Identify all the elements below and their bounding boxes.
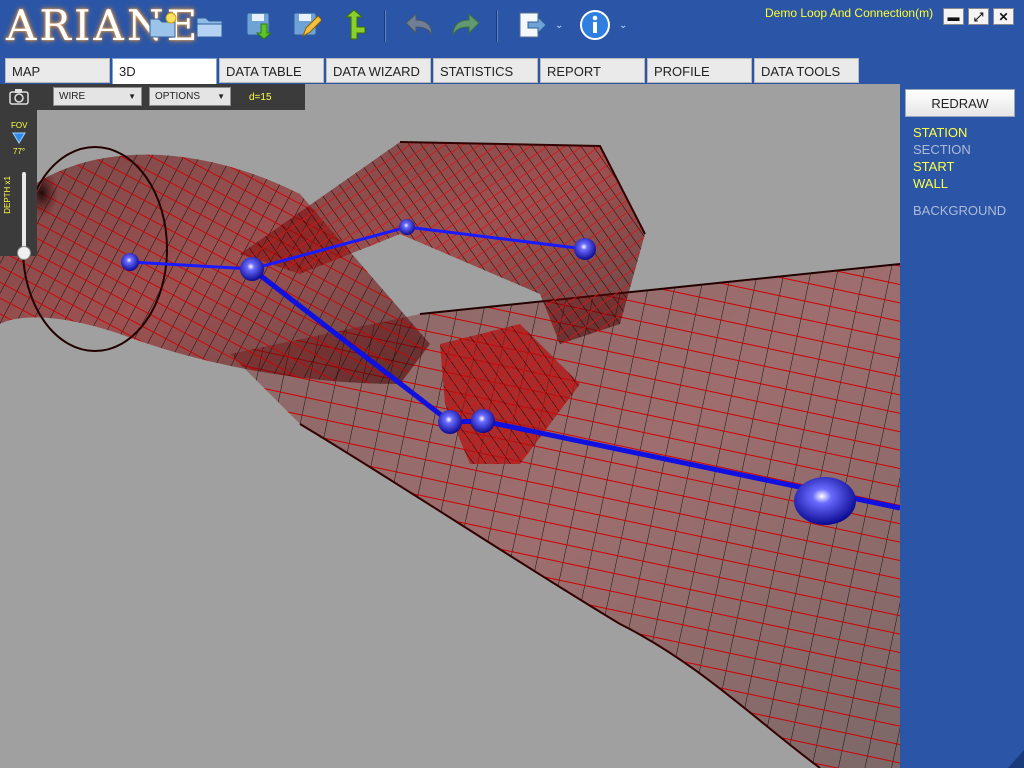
open-folder-icon[interactable] bbox=[193, 8, 227, 42]
fov-depth-panel: FOV 77° DEPTH x1 bbox=[0, 110, 37, 260]
options-select[interactable]: OPTIONS ▼ bbox=[149, 87, 231, 106]
depth-slider-track[interactable] bbox=[22, 172, 26, 257]
branch-arrow-icon[interactable] bbox=[337, 8, 371, 42]
info-icon[interactable] bbox=[578, 8, 612, 42]
station-marker bbox=[471, 409, 495, 433]
render-mode-select[interactable]: WIRE ▼ bbox=[53, 87, 142, 106]
redo-icon[interactable] bbox=[449, 8, 483, 42]
options-label: OPTIONS bbox=[155, 91, 201, 102]
tab-data-table[interactable]: DATA TABLE bbox=[219, 58, 324, 83]
tab-data-tools[interactable]: DATA TOOLS bbox=[754, 58, 859, 83]
tab-report[interactable]: REPORT bbox=[540, 58, 645, 83]
depth-slider-thumb[interactable] bbox=[17, 246, 31, 260]
save-download-icon[interactable] bbox=[242, 8, 276, 42]
tab-map[interactable]: MAP bbox=[5, 58, 110, 83]
cave-wireframe-render[interactable] bbox=[0, 84, 900, 768]
new-folder-icon[interactable] bbox=[146, 8, 180, 42]
3d-viewport[interactable]: WIRE ▼ OPTIONS ▼ d=15 FOV 77° DEPTH x1 bbox=[0, 84, 900, 768]
maximize-button[interactable]: ⤢ bbox=[968, 8, 989, 25]
minimize-button[interactable]: ▬ bbox=[943, 8, 964, 25]
layer-station[interactable]: STATION bbox=[913, 125, 967, 140]
station-marker bbox=[438, 410, 462, 434]
save-edit-icon[interactable] bbox=[289, 8, 323, 42]
chevron-down-icon: ▼ bbox=[128, 92, 136, 101]
export-dropdown-icon[interactable]: ⌄ bbox=[555, 20, 563, 31]
viewport-toolbar: WIRE ▼ OPTIONS ▼ d=15 bbox=[0, 84, 305, 110]
render-mode-value: WIRE bbox=[59, 91, 86, 102]
station-marker bbox=[121, 253, 139, 271]
layers-panel: REDRAW STATION SECTION START WALL BACKGR… bbox=[900, 84, 1024, 768]
station-marker bbox=[399, 219, 415, 235]
chevron-down-icon: ▼ bbox=[217, 92, 225, 101]
tab-statistics[interactable]: STATISTICS bbox=[433, 58, 538, 83]
main-tabs: MAP 3D DATA TABLE DATA WIZARD STATISTICS… bbox=[0, 54, 1024, 85]
tab-3d[interactable]: 3D bbox=[112, 58, 217, 85]
layer-background[interactable]: BACKGROUND bbox=[913, 203, 1006, 218]
title-toolbar: ARIANE ⌄ ⌄ Demo Loop And Connection(m) ▬… bbox=[0, 0, 1024, 54]
layer-wall[interactable]: WALL bbox=[913, 176, 948, 191]
close-button[interactable]: ✕ bbox=[993, 8, 1014, 25]
layer-section[interactable]: SECTION bbox=[913, 142, 971, 157]
redraw-button[interactable]: REDRAW bbox=[905, 89, 1015, 117]
fov-value: 77° bbox=[13, 147, 26, 156]
export-icon[interactable] bbox=[514, 8, 548, 42]
station-marker bbox=[794, 477, 856, 525]
fov-label: FOV bbox=[11, 121, 28, 130]
depth-scale-label: DEPTH x1 bbox=[3, 176, 12, 214]
station-marker bbox=[240, 257, 264, 281]
undo-icon[interactable] bbox=[402, 8, 436, 42]
layer-start[interactable]: START bbox=[913, 159, 954, 174]
tab-profile[interactable]: PROFILE bbox=[647, 58, 752, 83]
info-dropdown-icon[interactable]: ⌄ bbox=[619, 20, 627, 31]
resize-grip-icon[interactable] bbox=[1008, 748, 1024, 768]
depth-readout: d=15 bbox=[249, 92, 272, 103]
toolbar-separator bbox=[496, 10, 498, 42]
station-marker bbox=[574, 238, 596, 260]
tab-data-wizard[interactable]: DATA WIZARD bbox=[326, 58, 431, 83]
fov-icon[interactable] bbox=[12, 132, 26, 144]
toolbar-separator bbox=[384, 10, 386, 42]
window-title: Demo Loop And Connection(m) bbox=[765, 6, 934, 20]
camera-icon[interactable] bbox=[8, 87, 30, 107]
